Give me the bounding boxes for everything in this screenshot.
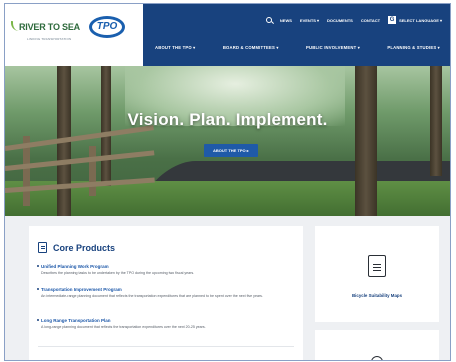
about-the-tpo-button[interactable]: ABOUT THE TPO ▸ xyxy=(204,144,258,157)
logo-name: RIVER TO SEA xyxy=(19,22,80,32)
map-pin-icon xyxy=(371,356,383,360)
document-icon xyxy=(38,242,47,253)
hero-headline: Vision. Plan. Implement. xyxy=(127,110,328,129)
search-icon[interactable] xyxy=(265,17,272,23)
product-description: An intermediate-range planning document … xyxy=(41,294,263,298)
browser-viewport: RIVER TO SEA TPO LINKING TRANSPORTATION … xyxy=(4,3,451,361)
nav-item-board-committees[interactable]: BOARD & COMMITTEES ▾ xyxy=(223,45,279,50)
list-item: Unified Planning Work Program Describes … xyxy=(37,264,271,276)
site-logo[interactable]: RIVER TO SEA TPO LINKING TRANSPORTATION xyxy=(5,4,143,66)
hero-tree xyxy=(355,66,377,221)
bullet-icon xyxy=(37,319,39,321)
translate-label: SELECT LANGUAGE ▾ xyxy=(399,17,442,23)
fence-post xyxy=(89,146,96,196)
util-link-news[interactable]: NEWS xyxy=(280,18,292,23)
util-link-events[interactable]: EVENTS ▾ xyxy=(300,18,319,23)
bullet-icon xyxy=(37,265,39,267)
leaf-icon xyxy=(11,21,19,31)
list-item: Transportation Improvement Program An in… xyxy=(37,287,271,299)
list-item: Long Range Transportation Plan A long-ra… xyxy=(37,318,271,330)
translate-select[interactable]: G SELECT LANGUAGE ▾ xyxy=(388,16,442,24)
divider xyxy=(38,346,294,347)
core-products-title: Core Products xyxy=(53,242,116,253)
product-link-lrtp[interactable]: Long Range Transportation Plan xyxy=(41,318,271,323)
site-header: RIVER TO SEA TPO LINKING TRANSPORTATION … xyxy=(5,4,450,66)
product-description: A long-range planning document that refl… xyxy=(41,325,206,329)
nav-item-planning-studies[interactable]: PLANNING & STUDIES ▾ xyxy=(387,45,440,50)
util-link-documents[interactable]: DOCUMENTS xyxy=(327,18,353,23)
document-icon xyxy=(368,255,386,277)
google-translate-icon: G xyxy=(388,16,397,24)
hero-tree xyxy=(57,66,71,221)
logo-tagline: LINKING TRANSPORTATION xyxy=(27,37,72,41)
utility-nav: NEWS EVENTS ▾ DOCUMENTS CONTACT G SELECT… xyxy=(265,14,442,26)
bicycle-maps-label: Bicycle Suitability Maps xyxy=(351,293,403,298)
core-products-card: Core Products Unified Planning Work Prog… xyxy=(29,226,303,360)
quick-link-card[interactable] xyxy=(315,330,439,360)
logo-badge: TPO xyxy=(89,16,125,38)
core-products-header: Core Products xyxy=(38,242,115,253)
product-description: Describes the planning tasks to be under… xyxy=(41,271,195,275)
hero-banner: Vision. Plan. Implement. ABOUT THE TPO ▸ xyxy=(5,66,450,221)
main-nav: ABOUT THE TPO ▾ BOARD & COMMITTEES ▾ PUB… xyxy=(155,45,440,50)
nav-item-about[interactable]: ABOUT THE TPO ▾ xyxy=(155,45,195,50)
nav-item-public-involvement[interactable]: PUBLIC INVOLVEMENT ▾ xyxy=(306,45,360,50)
product-link-tip[interactable]: Transportation Improvement Program xyxy=(41,287,271,292)
bullet-icon xyxy=(37,288,39,290)
product-link-upwp[interactable]: Unified Planning Work Program xyxy=(41,264,271,269)
bicycle-maps-card[interactable]: Bicycle Suitability Maps xyxy=(315,226,439,322)
util-link-contact[interactable]: CONTACT xyxy=(361,18,380,23)
content-section: Core Products Unified Planning Work Prog… xyxy=(5,216,450,360)
